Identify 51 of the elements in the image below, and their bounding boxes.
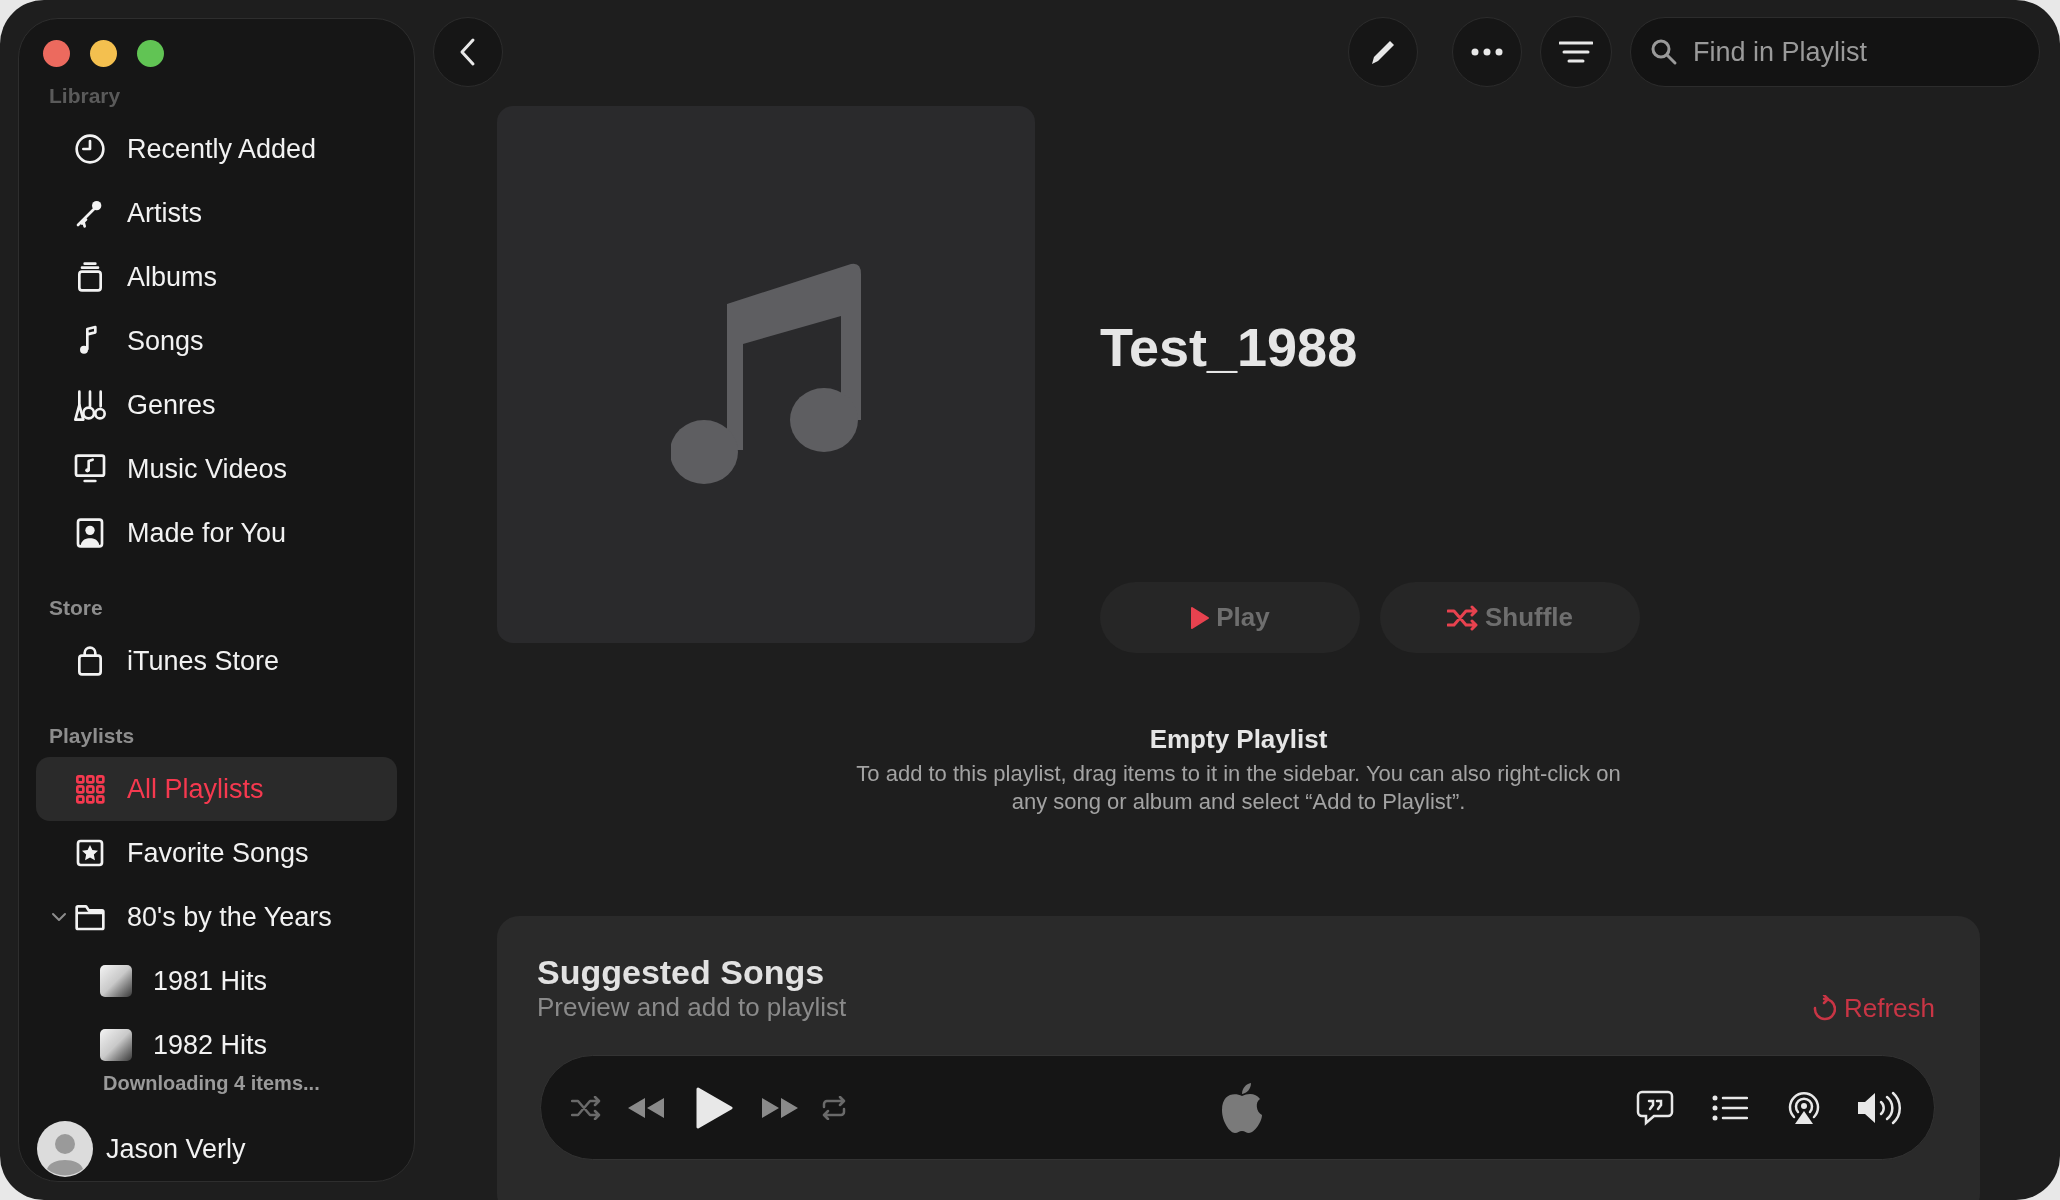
empty-state-message: To add to this playlist, drag items to it in the sidebar. You can also right-click on any song or album and select “Add to Playlist”. <box>855 760 1622 816</box>
sidebar-item[interactable]: Songs <box>36 309 397 373</box>
play-icon[interactable] <box>695 1086 733 1129</box>
tv-note-icon <box>74 453 106 485</box>
guitars-icon <box>74 389 106 421</box>
queue-icon[interactable] <box>1712 1094 1748 1121</box>
refresh-icon <box>1811 995 1836 1021</box>
grid-icon <box>74 773 106 805</box>
shuffle-icon[interactable] <box>571 1095 601 1120</box>
play-icon <box>1190 605 1211 630</box>
minimize-button[interactable] <box>90 40 117 67</box>
download-status: Downloading 4 items... <box>103 1071 320 1096</box>
zoom-button[interactable] <box>137 40 164 67</box>
shuffle-icon <box>1446 604 1479 631</box>
star-square-icon <box>74 837 106 869</box>
sidebar-item[interactable]: 80's by the Years <box>36 885 397 949</box>
sidebar-item[interactable]: Made for You <box>36 501 397 565</box>
sidebar-item[interactable]: Artists <box>36 181 397 245</box>
sidebar-item[interactable]: iTunes Store <box>36 629 397 693</box>
section-subtitle: Preview and add to playlist <box>537 992 847 1022</box>
section-title: Suggested Songs <box>537 952 826 992</box>
sidebar-item[interactable]: Recently Added <box>36 117 397 181</box>
lyrics-icon[interactable] <box>1636 1089 1674 1126</box>
playlist-title: Test_1988 <box>1100 320 1359 374</box>
sidebar-item[interactable]: Genres <box>36 373 397 437</box>
clock-icon <box>74 133 106 165</box>
person-square-icon <box>74 517 106 549</box>
section-header: Store <box>49 595 103 621</box>
playlist-thumbnail <box>100 965 132 997</box>
volume-icon[interactable] <box>1856 1090 1904 1125</box>
section-header: Library <box>49 83 121 109</box>
sidebar-item[interactable]: Music Videos <box>36 437 397 501</box>
empty-state-title: Empty Playlist <box>1149 724 1328 754</box>
close-button[interactable] <box>43 40 70 67</box>
more-icon <box>1471 48 1503 56</box>
rewind-icon[interactable] <box>627 1096 665 1119</box>
sidebar-item[interactable]: 1981 Hits <box>36 949 397 1013</box>
playlist-thumbnail <box>100 1029 132 1061</box>
sidebar-item[interactable]: All Playlists <box>36 757 397 821</box>
user-name[interactable]: Jason Verly <box>106 1128 246 1170</box>
search-field[interactable]: Find in Playlist <box>1630 17 2040 87</box>
airplay-icon[interactable] <box>1786 1089 1822 1126</box>
search-icon <box>1650 38 1678 66</box>
fast-forward-icon[interactable] <box>761 1096 799 1119</box>
sidebar-item[interactable]: Albums <box>36 245 397 309</box>
filter-icon <box>1559 41 1593 63</box>
apple-icon <box>1219 1081 1264 1134</box>
repeat-icon[interactable] <box>821 1095 847 1120</box>
sidebar-item[interactable]: Favorite Songs <box>36 821 397 885</box>
avatar <box>37 1121 93 1177</box>
section-header: Playlists <box>49 723 135 749</box>
